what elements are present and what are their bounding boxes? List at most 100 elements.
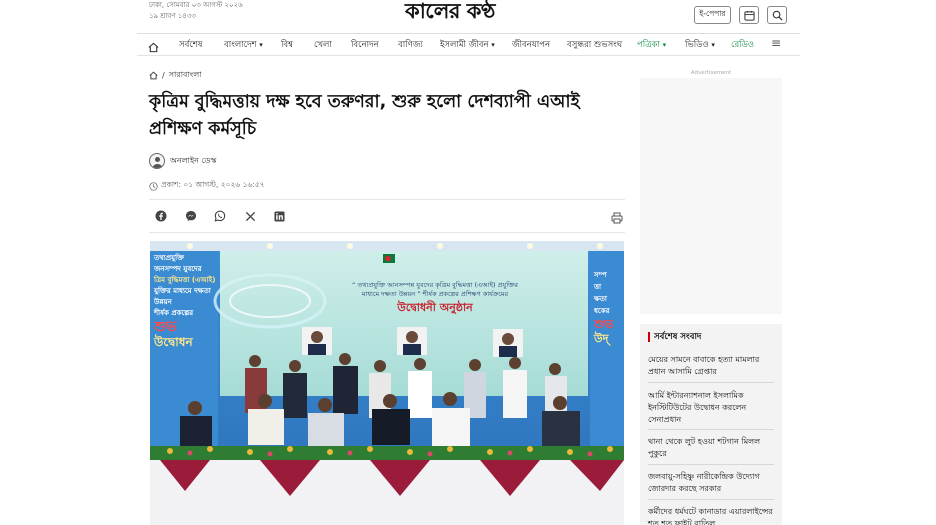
nav-label: রেডিও (731, 40, 755, 50)
latest-separator (648, 499, 774, 500)
nav-item-islamic-life[interactable]: ইসলামী জীবন ▾ (440, 38, 495, 52)
header-actions: ই-পেপার (694, 6, 787, 24)
screen-line-1: “ তথ্যপ্রযুক্তি আনসম্পন্ন যুবদের কৃত্রিম… (351, 281, 519, 289)
screen-line-2: মাধ্যমে দক্ষতা উন্নয়ন ” শীর্ষক প্রকল্পে… (361, 290, 509, 298)
site-logo[interactable]: কালের কণ্ঠ (405, 0, 495, 22)
divider-top (149, 199, 625, 200)
banner-line: শীর্ষক প্রকল্পের (154, 309, 194, 317)
latest-separator (648, 382, 774, 383)
nav-item-latest[interactable]: সর্বশেষ (179, 38, 202, 52)
latest-news-item[interactable]: জলবায়ু-সহিষ্ণু নারীকেন্দ্রিক উদ্যোগ জোর… (648, 471, 774, 495)
main-navigation: সর্বশেষ বাংলাদেশ ▾ বিশ্ব খেলা বিনোদন বাণ… (137, 33, 800, 56)
banner-line: শুভ (154, 319, 177, 335)
nav-item-world[interactable]: বিশ্ব (281, 38, 293, 52)
banner-line: শুভ (594, 317, 614, 331)
nav-item-entertainment[interactable]: বিনোদন (351, 38, 379, 52)
caret-down-icon: ▾ (491, 41, 495, 49)
nav-item-shuvosangho[interactable]: বসুন্ধরা শুভসংঘ (567, 38, 622, 52)
home-icon[interactable] (149, 71, 158, 80)
published-text: প্রকাশ: ০১ আগস্ট, ২০২৬ ১৬:৫৭ (161, 180, 265, 189)
article-author: অনলাইন ডেস্ক (149, 153, 216, 169)
nav-item-lifestyle[interactable]: জীবনযাপন (512, 38, 550, 52)
nav-item-sports[interactable]: খেলা (314, 38, 332, 52)
banner-line: ধকের (594, 307, 610, 315)
nav-label: পত্রিকা (637, 40, 660, 50)
print-button[interactable] (611, 209, 623, 228)
nav-item-video[interactable]: ভিডিও ▾ (685, 38, 715, 52)
x-share-button[interactable] (238, 204, 262, 228)
divider-bottom (149, 232, 625, 233)
latest-separator (648, 464, 774, 465)
banner-line: উন্নয়ন (154, 298, 172, 306)
author-avatar-icon (149, 153, 165, 169)
caret-down-icon: ▾ (711, 41, 715, 49)
nav-label: ইসলামী জীবন (440, 40, 489, 50)
breadcrumb-separator: / (162, 71, 165, 80)
share-bar (149, 204, 625, 228)
nav-label: বসুন্ধরা শুভসংঘ (567, 40, 623, 50)
latest-news-item[interactable]: মেয়ের সামনে বাবাকে হত্যা মামলার প্রধান … (648, 354, 774, 378)
caret-down-icon: ▾ (662, 41, 667, 49)
nav-item-bangladesh[interactable]: বাংলাদেশ ▾ (224, 38, 263, 52)
facebook-share-button[interactable] (149, 204, 173, 228)
home-nav-button[interactable] (148, 38, 159, 57)
screen-text: “ তথ্যপ্রযুক্তি আনসম্পন্ন যুবদের কৃত্রিম… (270, 281, 600, 299)
banner-line: সম্প (594, 271, 607, 279)
search-icon (772, 10, 783, 21)
latest-separator (648, 429, 774, 430)
hamburger-menu-icon[interactable]: ≡ (771, 36, 781, 50)
linkedin-icon (273, 210, 285, 222)
nav-item-newspaper[interactable]: পত্রিকা ▾ (637, 38, 666, 52)
nav-label: ভিডিও (685, 40, 709, 50)
nav-label: বাণিজ্য (398, 40, 423, 50)
nav-label: সর্বশেষ (179, 40, 203, 50)
breadcrumb-section[interactable]: সারাবাংলা (169, 69, 202, 82)
facebook-icon (155, 210, 167, 222)
banner-line: ত্রিম বুদ্ধিমত্তা (এআই) (154, 276, 216, 284)
clock-icon (149, 181, 158, 191)
latest-news-title: সর্বশেষ সংবাদ (648, 332, 701, 342)
date-info: ঢাকা, সোমবার ০৩ আগস্ট ২০২৬ ১৯ শ্রাবণ ১৪৩… (149, 0, 243, 22)
nav-label: জীবনযাপন (512, 40, 551, 50)
whatsapp-icon (214, 210, 226, 222)
breadcrumb: / সারাবাংলা (149, 69, 202, 82)
published-time: প্রকাশ: ০১ আগস্ট, ২০২৬ ১৬:৫৭ (149, 180, 265, 192)
date-gregorian: ঢাকা, সোমবার ০৩ আগস্ট ২০২৬ (149, 1, 243, 9)
home-icon (148, 42, 159, 53)
nav-label: খেলা (314, 40, 332, 50)
latest-news-item[interactable]: আর্মি ইন্টারন্যাশনাল ইসলামিক ইনস্টিটিউটে… (648, 390, 774, 426)
nav-item-radio[interactable]: রেডিও (731, 38, 754, 52)
date-bangla: ১৯ শ্রাবণ ১৪৩৩ (149, 12, 196, 20)
search-button[interactable] (767, 6, 787, 24)
epaper-button[interactable]: ই-পেপার (694, 6, 731, 24)
banner-line: যুক্তির মাধ্যমে দক্ষতা (154, 287, 211, 295)
top-header: ঢাকা, সোমবার ০৩ আগস্ট ২০২৬ ১৯ শ্রাবণ ১৪৩… (0, 0, 936, 30)
calendar-button[interactable] (739, 6, 759, 24)
banner-line: উদ্বোধন (154, 335, 193, 349)
banner-line: উদ্ (594, 332, 609, 345)
nav-label: বিনোদন (351, 40, 379, 50)
latest-news-item[interactable]: কর্মীদের ধর্মঘটে কানাডার এয়ারলাইন্সের শ… (648, 506, 774, 525)
nav-label: বাংলাদেশ (224, 40, 257, 50)
latest-news-panel: সর্বশেষ সংবাদ মেয়ের সামনে বাবাকে হত্যা … (640, 324, 782, 525)
caret-down-icon: ▾ (259, 41, 263, 49)
article-photo[interactable]: তথ্যপ্রযুক্তি জনসম্পদ যুবদের ত্রিম বুদ্ধ… (150, 241, 624, 525)
messenger-icon (186, 211, 196, 221)
ad-label: Advertisement (690, 70, 732, 76)
nav-label: বিশ্ব (281, 40, 294, 50)
printer-icon (611, 212, 623, 224)
messenger-share-button[interactable] (179, 204, 203, 228)
screen-heading: উদ্বোধনী অনুষ্ঠান (397, 301, 473, 314)
author-name[interactable]: অনলাইন ডেস্ক (170, 155, 216, 168)
linkedin-share-button[interactable] (267, 204, 291, 228)
calendar-icon (743, 10, 755, 21)
left-banner-text: তথ্যপ্রযুক্তি জনসম্পদ যুবদের ত্রিম বুদ্ধ… (154, 253, 216, 349)
nav-item-business[interactable]: বাণিজ্য (398, 38, 423, 52)
whatsapp-share-button[interactable] (208, 204, 232, 228)
latest-news-item[interactable]: থানা থেকে লুট হওয়া শটগান মিলল পুকুরে (648, 436, 774, 460)
advertisement-slot[interactable] (640, 78, 782, 314)
article-headline: কৃত্রিম বুদ্ধিমত্তায় দক্ষ হবে তরুণরা, শ… (149, 92, 580, 139)
banner-line: তথ্যপ্রযুক্তি (154, 254, 184, 262)
x-twitter-icon (245, 211, 255, 221)
banner-line: জনসম্পদ যুবদের (154, 265, 202, 273)
